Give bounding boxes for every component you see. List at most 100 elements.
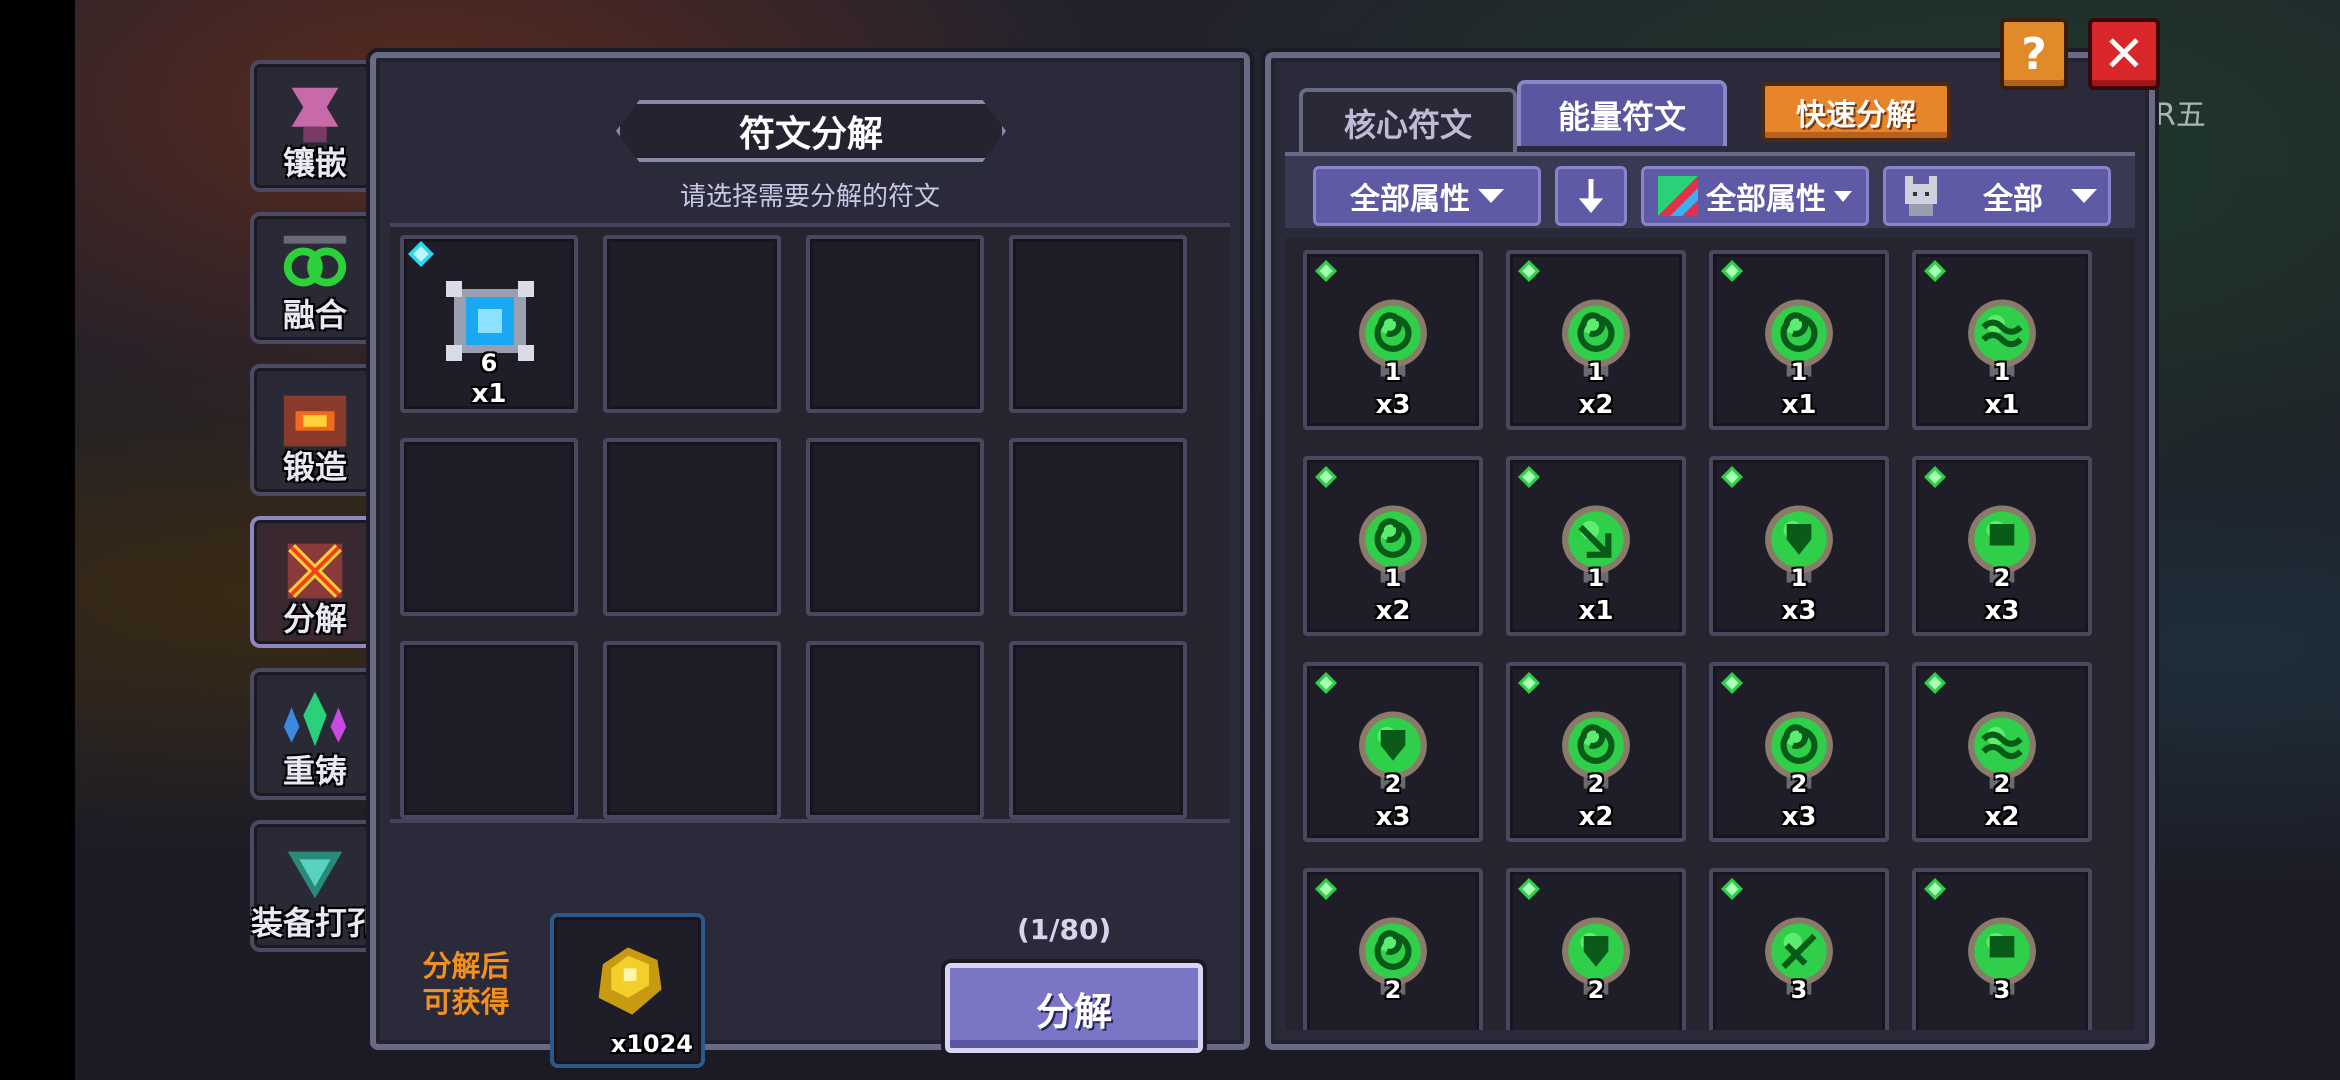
nav-item-inlay[interactable]: 镶嵌 <box>250 60 380 192</box>
filter-label: 全部 <box>1983 182 2043 217</box>
reward-label-line2: 可获得 <box>422 985 510 1019</box>
background-text: R五 <box>2155 98 2206 133</box>
green-gem-icon <box>1721 466 1743 488</box>
nav-label: 分解 <box>282 600 347 638</box>
decompose-slot-grid: 6 x1 <box>390 223 1230 823</box>
green-gem-icon <box>1315 466 1337 488</box>
tab-energy-runes[interactable]: 能量符文 <box>1517 80 1727 146</box>
rune-count: x3 <box>1984 596 2020 626</box>
filter-label: 全部属性 <box>1706 182 1826 217</box>
capacity-counter: (1/80) <box>1017 913 1112 946</box>
gold-ore-icon <box>598 947 662 1015</box>
rune-count: x1 <box>1984 390 2020 420</box>
rune-level: 3 <box>1790 976 1808 1004</box>
rune-inventory-panel: 核心符文 能量符文 快速分解 全部属性 全部属性 全部 1 x3 1 x2 1 … <box>1265 52 2155 1050</box>
rune-level: 1 <box>1384 564 1402 592</box>
rune-slot[interactable]: 2 x3 <box>1709 662 1889 842</box>
type-filter-dropdown[interactable]: 全部 <box>1883 166 2111 226</box>
green-gem-icon <box>1721 260 1743 282</box>
nav-item-socket[interactable]: 装备打孔 <box>250 820 380 952</box>
chevron-down-icon <box>2071 189 2097 203</box>
decompose-slot[interactable] <box>806 438 984 616</box>
rune-level: 1 <box>1790 358 1808 386</box>
panel-title-banner: 符文分解 <box>616 100 1006 162</box>
rune-count: x3 <box>1781 596 1817 626</box>
rune-slot[interactable]: 3 <box>1709 868 1889 1030</box>
rune-level: 1 <box>1993 358 2011 386</box>
rune-slot[interactable]: 2 <box>1303 868 1483 1030</box>
rune-slot[interactable]: 1 x3 <box>1709 456 1889 636</box>
decompose-slot[interactable] <box>806 641 984 819</box>
decompose-footer: 分解后 可获得 x1024 (1/80) 分解 <box>390 833 1230 1068</box>
rune-slot[interactable]: 1 x2 <box>1506 250 1686 430</box>
decompose-slot[interactable]: 6 x1 <box>400 235 578 413</box>
help-button[interactable]: ? <box>2000 18 2068 90</box>
rune-level: 1 <box>1587 358 1605 386</box>
decompose-slot[interactable] <box>603 235 781 413</box>
rune-level: 2 <box>1993 770 2011 798</box>
close-button[interactable]: ✕ <box>2088 18 2160 90</box>
nav-item-fusion[interactable]: 融合 <box>250 212 380 344</box>
decompose-slot[interactable] <box>1009 235 1187 413</box>
sort-button[interactable] <box>1555 166 1627 226</box>
rune-level: 2 <box>1384 770 1402 798</box>
filter-bar: 全部属性 全部属性 全部 <box>1285 152 2135 228</box>
secondary-attribute-dropdown[interactable]: 全部属性 <box>1641 166 1869 226</box>
slot-count: x1 <box>471 379 507 409</box>
decompose-slot[interactable] <box>603 438 781 616</box>
rune-slot[interactable]: 1 x1 <box>1506 456 1686 636</box>
filter-label: 全部属性 <box>1350 182 1470 217</box>
rune-slot[interactable]: 2 x3 <box>1303 662 1483 842</box>
rune-slot[interactable]: 2 x2 <box>1912 662 2092 842</box>
decompose-slot[interactable] <box>1009 641 1187 819</box>
rune-level: 1 <box>1587 564 1605 592</box>
rune-level: 2 <box>1587 976 1605 1004</box>
rune-slot[interactable]: 1 x3 <box>1303 250 1483 430</box>
rune-slot[interactable]: 1 x1 <box>1709 250 1889 430</box>
green-gem-icon <box>1924 672 1946 694</box>
decompose-slot[interactable] <box>806 235 984 413</box>
nav-item-decompose[interactable]: 分解 <box>250 516 380 648</box>
decompose-button[interactable]: 分解 <box>945 963 1203 1053</box>
reward-count: x1024 <box>610 1030 693 1058</box>
green-gem-icon <box>1315 260 1337 282</box>
decompose-slot[interactable] <box>1009 438 1187 616</box>
nav-label: 融合 <box>282 296 347 334</box>
tab-core-runes[interactable]: 核心符文 <box>1299 88 1517 154</box>
rune-slot[interactable]: 2 x3 <box>1912 456 2092 636</box>
rune-slot[interactable]: 2 x2 <box>1506 662 1686 842</box>
rune-count: x1 <box>1578 596 1614 626</box>
decompose-slot[interactable] <box>603 641 781 819</box>
rune-count: x3 <box>1375 390 1411 420</box>
green-gem-icon <box>1721 878 1743 900</box>
quick-decompose-button[interactable]: 快速分解 <box>1761 82 1951 142</box>
green-gem-icon <box>1315 672 1337 694</box>
rune-slot[interactable]: 3 <box>1912 868 2092 1030</box>
rune-level: 3 <box>1993 976 2011 1004</box>
rune-count: x2 <box>1375 596 1411 626</box>
reward-label-line1: 分解后 <box>422 949 510 983</box>
multicolor-attribute-icon <box>1658 176 1698 216</box>
rune-slot[interactable]: 2 <box>1506 868 1686 1030</box>
rune-slot[interactable]: 1 x2 <box>1303 456 1483 636</box>
decompose-slot[interactable] <box>400 641 578 819</box>
character-icon <box>1905 176 1937 216</box>
reward-label: 分解后 可获得 <box>406 948 526 1020</box>
decompose-slot[interactable] <box>400 438 578 616</box>
rune-level: 2 <box>1790 770 1808 798</box>
nav-item-recast[interactable]: 重铸 <box>250 668 380 800</box>
rune-slot[interactable]: 1 x1 <box>1912 250 2092 430</box>
rune-count: x2 <box>1578 390 1614 420</box>
screen-edge <box>0 0 75 1080</box>
attribute-filter-dropdown[interactable]: 全部属性 <box>1313 166 1541 226</box>
rune-count: x3 <box>1781 802 1817 832</box>
reward-slot: x1024 <box>550 913 705 1068</box>
rune-level: 2 <box>1384 976 1402 1004</box>
nav-item-forge[interactable]: 锻造 <box>250 364 380 496</box>
arrow-down-icon <box>1578 179 1604 213</box>
rune-count: x2 <box>1984 802 2020 832</box>
rune-count: x3 <box>1375 802 1411 832</box>
green-gem-icon <box>1924 466 1946 488</box>
panel-subtitle: 请选择需要分解的符文 <box>679 182 940 212</box>
green-gem-icon <box>1924 260 1946 282</box>
